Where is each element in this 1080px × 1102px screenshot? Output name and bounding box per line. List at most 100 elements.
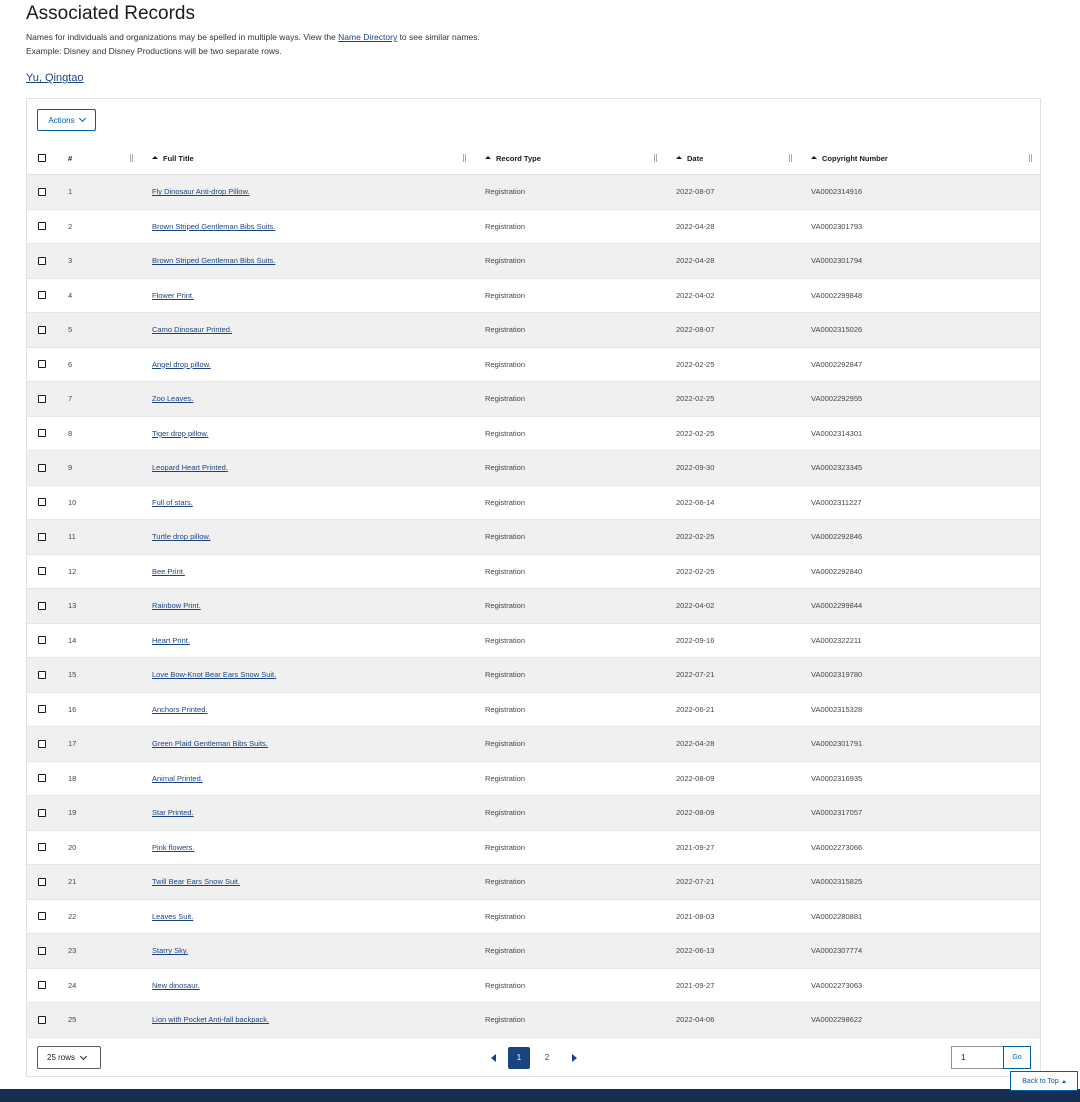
row-checkbox[interactable] — [38, 601, 46, 610]
row-select-cell — [27, 969, 59, 1003]
record-title-link[interactable]: Animal Printed. — [152, 774, 203, 783]
record-title-link[interactable]: Flower Print. — [152, 291, 194, 300]
record-title-link[interactable]: Fly Dinosaur Anti-drop Pillow. — [152, 187, 250, 196]
row-title-cell: New dinosaur. — [143, 969, 476, 1003]
record-title-link[interactable]: Pink flowers. — [152, 843, 195, 852]
column-resize-handle[interactable] — [654, 154, 657, 162]
row-checkbox[interactable] — [38, 946, 46, 955]
column-resize-handle[interactable] — [789, 154, 792, 162]
row-checkbox[interactable] — [38, 463, 46, 472]
record-title-link[interactable]: Lion with Pocket Anti-fall backpack. — [152, 1015, 269, 1024]
row-number: 16 — [68, 704, 77, 714]
row-number: 23 — [68, 946, 77, 956]
select-all-checkbox[interactable] — [38, 154, 46, 162]
rows-per-page-select[interactable]: 25 rows — [37, 1046, 101, 1069]
record-title-link[interactable]: Turtle drop pillow. — [152, 532, 211, 541]
record-title-link[interactable]: New dinosaur. — [152, 981, 200, 990]
name-link[interactable]: Yu, Qingtao — [26, 72, 84, 84]
row-checkbox[interactable] — [38, 877, 46, 886]
column-header-copyright-number[interactable]: Copyright Number — [802, 142, 1040, 174]
row-checkbox[interactable] — [38, 429, 46, 438]
column-resize-handle[interactable] — [1029, 154, 1032, 162]
row-date: 2022-04-02 — [676, 601, 715, 611]
record-title-link[interactable]: Brown Striped Gentleman Bibs Suits. — [152, 222, 275, 231]
column-resize-handle[interactable] — [463, 154, 466, 162]
record-title-link[interactable]: Bee Print. — [152, 567, 185, 576]
column-type-label: Record Type — [496, 153, 541, 163]
previous-page-icon[interactable] — [491, 1053, 496, 1062]
page-button-1[interactable]: 1 — [508, 1046, 530, 1069]
table-row: 16 Anchors Printed. Registration 2022-06-21… — [27, 693, 1040, 727]
row-select-cell — [27, 382, 59, 416]
record-title-link[interactable]: Starry Sky. — [152, 946, 188, 955]
record-title-link[interactable]: Love Bow-Knot Bear Ears Snow Suit. — [152, 670, 276, 679]
row-record-type: Registration — [485, 635, 526, 645]
column-header-title[interactable]: Full Title — [143, 142, 476, 174]
record-title-link[interactable]: Leopard Heart Printed. — [152, 463, 228, 472]
row-date: 2022-07-21 — [676, 877, 715, 887]
column-header-date[interactable]: Date — [667, 142, 802, 174]
record-title-link[interactable]: Brown Striped Gentleman Bibs Suits. — [152, 256, 275, 265]
row-checkbox[interactable] — [38, 739, 46, 748]
row-copyright-number: VA0002301791 — [811, 739, 863, 749]
row-checkbox[interactable] — [38, 774, 46, 783]
back-to-top-button[interactable]: Back to Top — [1010, 1071, 1078, 1091]
row-title-cell: Heart Print. — [143, 624, 476, 658]
row-title-cell: Star Printed. — [143, 796, 476, 830]
record-title-link[interactable]: Rainbow Print. — [152, 601, 201, 610]
row-checkbox[interactable] — [38, 670, 46, 679]
record-title-link[interactable]: Green Plaid Gentleman Bibs Suits. — [152, 739, 268, 748]
page-number-input[interactable]: 1 — [951, 1046, 1003, 1069]
records-panel: Actions # Full Title Record Type Date Co… — [26, 98, 1041, 1077]
page-button-2[interactable]: 2 — [536, 1047, 558, 1069]
row-checkbox[interactable] — [38, 532, 46, 541]
record-title-link[interactable]: Tiger drop pillow. — [152, 429, 208, 438]
row-date: 2022-09-16 — [676, 635, 715, 645]
row-checkbox[interactable] — [38, 843, 46, 852]
table-row: 6 Angel drop pillow. Registration 2022-02-2… — [27, 348, 1040, 382]
row-checkbox[interactable] — [38, 498, 46, 507]
record-title-link[interactable]: Angel drop pillow. — [152, 360, 211, 369]
row-checkbox[interactable] — [38, 256, 46, 265]
record-title-link[interactable]: Twill Bear Ears Snow Suit. — [152, 877, 240, 886]
row-checkbox[interactable] — [38, 325, 46, 334]
sort-up-icon — [485, 156, 491, 159]
records-table: # Full Title Record Type Date Copyright — [27, 142, 1040, 1038]
actions-button[interactable]: Actions — [37, 109, 96, 131]
column-header-num[interactable]: # — [59, 142, 143, 174]
row-checkbox[interactable] — [38, 636, 46, 645]
row-checkbox[interactable] — [38, 394, 46, 403]
row-checkbox[interactable] — [38, 360, 46, 369]
column-resize-handle[interactable] — [130, 154, 133, 162]
go-button[interactable]: Go — [1003, 1046, 1031, 1069]
column-header-record-type[interactable]: Record Type — [476, 142, 667, 174]
row-checkbox[interactable] — [38, 981, 46, 990]
row-checkbox[interactable] — [38, 291, 46, 300]
row-checkbox[interactable] — [38, 567, 46, 576]
name-directory-link[interactable]: Name Directory — [338, 32, 397, 42]
record-title-link[interactable]: Full of stars. — [152, 498, 193, 507]
record-title-link[interactable]: Zoo Leaves. — [152, 394, 193, 403]
row-checkbox[interactable] — [38, 912, 46, 921]
row-checkbox[interactable] — [38, 808, 46, 817]
row-select-cell — [27, 348, 59, 382]
row-record-type: Registration — [485, 808, 526, 818]
row-select-cell — [27, 727, 59, 761]
row-record-type: Registration — [485, 428, 526, 438]
row-checkbox[interactable] — [38, 1015, 46, 1024]
row-select-cell — [27, 934, 59, 968]
record-title-link[interactable]: Heart Print. — [152, 636, 190, 645]
row-checkbox[interactable] — [38, 705, 46, 714]
row-select-cell — [27, 417, 59, 451]
record-title-link[interactable]: Leaves Suit. — [152, 912, 193, 921]
record-title-link[interactable]: Star Printed. — [152, 808, 194, 817]
record-title-link[interactable]: Camo Dinosaur Printed. — [152, 325, 232, 334]
sort-up-icon — [152, 156, 158, 159]
next-page-icon[interactable] — [572, 1053, 577, 1062]
row-title-cell: Green Plaid Gentleman Bibs Suits. — [143, 727, 476, 761]
row-checkbox[interactable] — [38, 187, 46, 196]
row-checkbox[interactable] — [38, 222, 46, 231]
row-copyright-number: VA0002316935 — [811, 773, 863, 783]
row-copyright-number: VA0002307774 — [811, 946, 863, 956]
record-title-link[interactable]: Anchors Printed. — [152, 705, 207, 714]
